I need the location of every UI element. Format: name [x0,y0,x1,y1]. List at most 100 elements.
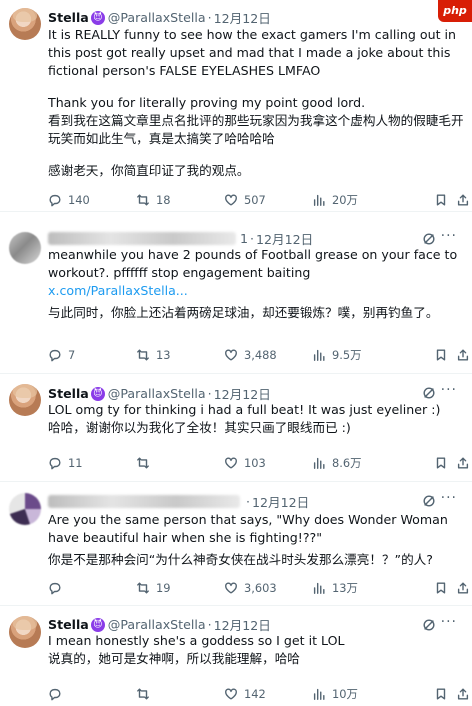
tweet-line: 说真的，她可是女神啊，所以我能理解，哈哈 [48,651,300,666]
views-count: 13万 [332,581,358,595]
like-button[interactable]: 103 [224,454,266,472]
like-count: 3,488 [244,348,277,362]
views-button[interactable]: 8.6万 [312,454,362,472]
tweet-text: LOL omg ty for thinking i had a full bea… [48,401,466,437]
tweet-date[interactable]: 12月12日 [214,8,271,27]
share-button[interactable] [456,346,472,364]
like-count: 3,603 [244,581,277,595]
grok-icon[interactable] [422,618,436,632]
action-bar: 142 10万 [48,685,469,703]
retweet-button[interactable] [136,454,156,472]
bookmark-button[interactable] [434,346,454,364]
bookmark-icon [436,349,446,361]
heart-icon [225,194,237,206]
like-button[interactable]: 142 [224,685,266,703]
tweet-line: 感谢老天，你简直印证了我的观点。 [48,163,250,178]
action-bar: 19 3,603 13万 [48,579,469,597]
views-count: 9.5万 [332,348,362,362]
share-button[interactable] [456,579,472,597]
tweet-line: It is REALLY funny to see how the exact … [48,27,457,78]
bookmark-button[interactable] [434,579,454,597]
retweet-count: 19 [156,581,171,595]
blurred-name [48,232,236,245]
tweet[interactable]: 1 · 12月12日 ··· meanwhile you have 2 poun… [0,212,472,374]
retweet-icon [137,194,149,206]
user-handle[interactable]: 1 [240,231,248,246]
blurred-name [48,495,240,508]
tweet-text: I mean honestly she's a goddess so I get… [48,632,466,668]
bookmark-button[interactable] [434,454,454,472]
more-options-icon[interactable]: ··· [441,490,457,506]
user-handle[interactable]: @ParallaxStella [108,10,206,25]
separator-dot: · [250,231,255,246]
quoted-link[interactable]: x.com/ParallaxStella... [48,282,466,300]
bookmark-button[interactable] [434,685,454,703]
grok-icon[interactable] [422,494,436,508]
retweet-button[interactable]: 18 [136,191,171,209]
tweet-line: meanwhile you have 2 pounds of Football … [48,247,458,280]
avatar[interactable] [9,493,41,525]
like-button[interactable]: 3,603 [224,579,277,597]
tweet-line: 哈哈，谢谢你以为我化了全妆！其实只画了眼线而已 :) [48,420,351,435]
avatar[interactable] [9,616,41,648]
views-count: 20万 [332,193,358,207]
share-button[interactable] [456,454,472,472]
tweet-header: Stella 😈 @ParallaxStella · 12月12日 [48,8,271,27]
tweet-line: 看到我在这篇文章里点名批评的那些玩家因为我拿这个虚构人物的假睫毛开玩笑而如此生气… [48,113,464,146]
tweet-date[interactable]: 12月12日 [252,492,309,511]
share-icon [457,457,469,469]
tweet[interactable]: Stella 😈 @ParallaxStella · 12月12日 It is … [0,0,472,212]
grok-icon[interactable] [422,386,436,400]
user-handle[interactable]: @ParallaxStella [108,617,206,632]
more-options-icon[interactable]: ··· [441,382,457,398]
tweet[interactable]: Stella 😈 @ParallaxStella · 12月12日 ··· LO… [0,374,472,482]
tweet-line: I mean honestly she's a goddess so I get… [48,633,345,648]
bookmark-icon [436,688,446,700]
more-options-icon[interactable]: ··· [441,228,457,244]
display-name[interactable]: Stella [48,10,89,25]
bar-chart-icon [313,194,325,206]
reply-button[interactable]: 7 [48,346,75,364]
separator-dot: · [207,617,212,632]
bookmark-icon [436,194,446,206]
share-button[interactable] [456,191,472,209]
reply-icon [49,582,61,595]
tweet-line: 你是不是那种会问“为什么神奇女侠在战斗时头发那么漂亮！？”的人? [48,552,433,567]
action-bar: 7 13 3,488 9.5万 [48,346,469,364]
retweet-button[interactable]: 13 [136,346,171,364]
views-count: 8.6万 [332,456,362,470]
user-handle[interactable]: @ParallaxStella [108,386,206,401]
retweet-button[interactable] [136,685,156,703]
tweet[interactable]: Stella 😈 @ParallaxStella · 12月12日 ··· I … [0,606,472,706]
reply-button[interactable]: 11 [48,454,83,472]
reply-count: 11 [68,456,83,470]
share-icon [457,194,469,206]
avatar[interactable] [9,384,41,416]
retweet-icon [137,349,149,361]
tweet[interactable]: · 12月12日 ··· Are you the same person tha… [0,482,472,606]
reply-button[interactable] [48,579,68,597]
share-button[interactable] [456,685,472,703]
tweet-text: Are you the same person that says, "Why … [48,511,466,569]
display-name[interactable]: Stella [48,386,89,401]
views-button[interactable]: 13万 [312,579,358,597]
bar-chart-icon [313,457,325,469]
like-button[interactable]: 3,488 [224,346,277,364]
more-options-icon[interactable]: ··· [441,614,457,630]
reply-icon [49,349,61,362]
like-button[interactable]: 507 [224,191,266,209]
grok-icon[interactable] [422,232,436,246]
reply-button[interactable] [48,685,68,703]
bookmark-button[interactable] [434,191,454,209]
views-button[interactable]: 10万 [312,685,358,703]
avatar[interactable] [9,8,41,40]
retweet-button[interactable]: 19 [136,579,171,597]
devil-emoji-icon: 😈 [90,617,105,632]
views-button[interactable]: 20万 [312,191,358,209]
avatar[interactable] [9,232,41,264]
views-button[interactable]: 9.5万 [312,346,362,364]
reply-button[interactable]: 140 [48,191,90,209]
tweet-line: Are you the same person that says, "Why … [48,512,448,545]
separator-dot: · [207,10,212,25]
display-name[interactable]: Stella [48,617,89,632]
